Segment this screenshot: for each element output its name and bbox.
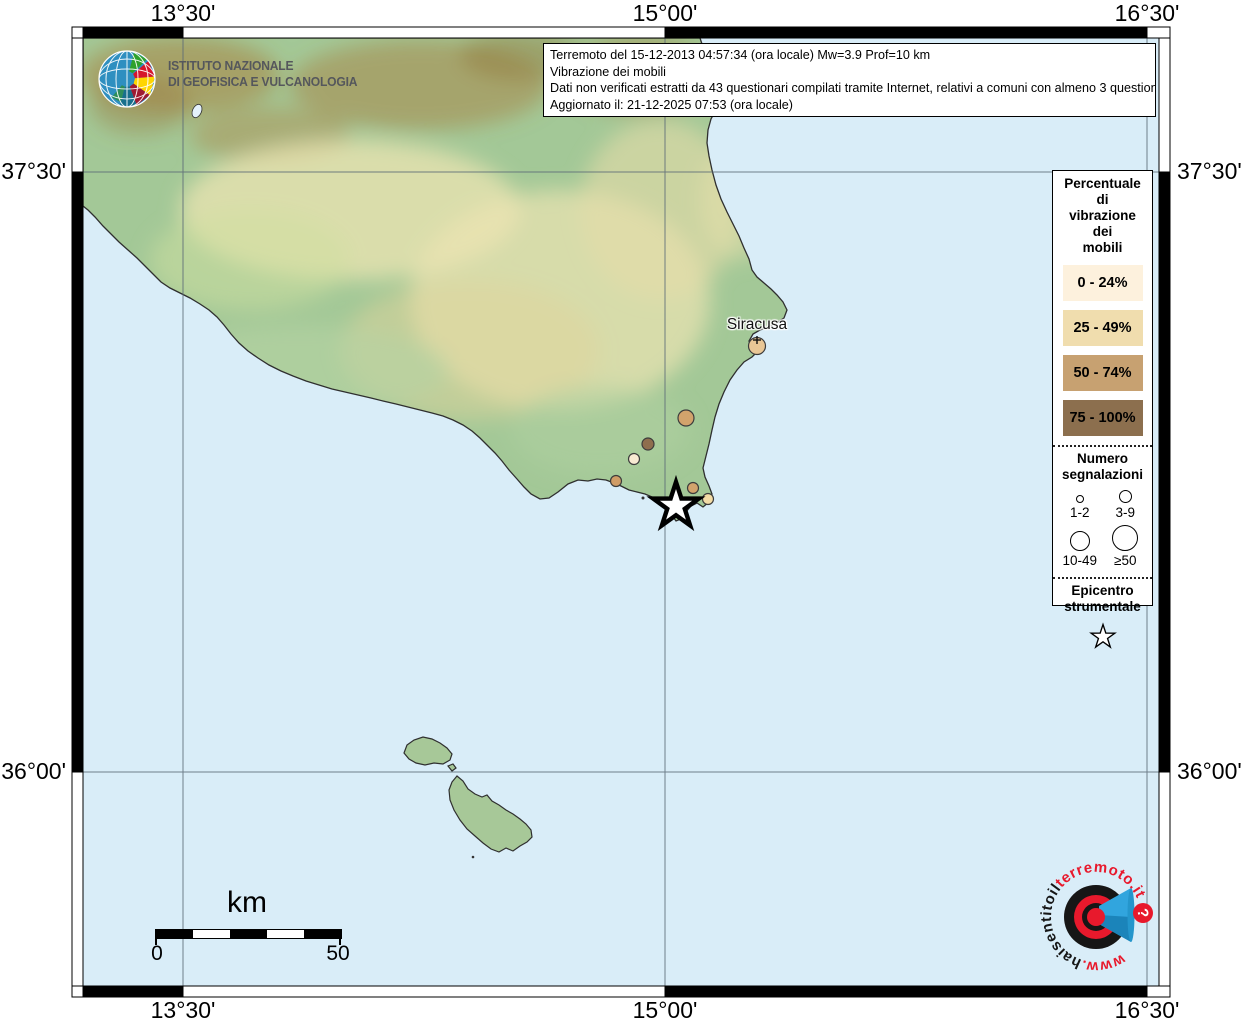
ingv-name-line2: DI GEOFISICA E VULCANOLOGIA — [168, 74, 357, 90]
legend-counts-title: Numero segnalazioni — [1053, 451, 1152, 483]
legend-title-line: Percentuale — [1053, 176, 1152, 192]
legend-title-line: dei — [1053, 224, 1152, 240]
legend-epicenter-title: Epicentro strumentale — [1053, 583, 1152, 615]
ingv-name-line1: ISTITUTO NAZIONALE — [168, 58, 357, 74]
count-label: 10-49 — [1062, 553, 1097, 568]
overlays: ISTITUTO NAZIONALE DI GEOFISICA E VULCAN… — [0, 0, 1255, 1024]
count-circle-icon — [1076, 495, 1084, 503]
legend-divider — [1053, 445, 1152, 447]
latitude-label-left: 37°30' — [0, 158, 66, 184]
latitude-label-right: 36°00' — [1177, 758, 1242, 784]
info-question-line: Vibrazione dei mobili — [550, 64, 1149, 81]
count-circle-icon — [1119, 490, 1132, 503]
longitude-label-bottom: 15°00' — [633, 997, 698, 1023]
legend-title-line: mobili — [1053, 240, 1152, 256]
ingv-wordmark: ISTITUTO NAZIONALE DI GEOFISICA E VULCAN… — [168, 58, 357, 90]
legend-count-item: 10-49 — [1057, 531, 1103, 568]
scalebar-start-label: 0 — [151, 942, 163, 966]
count-label: 1-2 — [1070, 505, 1090, 520]
legend-count-item: 1-2 — [1057, 495, 1103, 520]
count-label: 3-9 — [1115, 505, 1135, 520]
scalebar-segment — [230, 930, 267, 938]
longitude-label-top: 13°30' — [151, 0, 216, 26]
legend-title-line: vibrazione — [1053, 208, 1152, 224]
scalebar — [155, 929, 342, 939]
legend-counts: 1-2 3-9 10-49 ≥50 — [1053, 483, 1152, 568]
longitude-label-bottom: 16°30' — [1115, 997, 1180, 1023]
legend-class-swatch: 75 - 100% — [1063, 400, 1143, 436]
legend-star-icon — [1088, 621, 1118, 653]
longitude-label-top: 16°30' — [1115, 0, 1180, 26]
legend-divider — [1053, 577, 1152, 579]
legend-class-swatch: 25 - 49% — [1063, 310, 1143, 346]
info-data-line: Dati non verificati estratti da 43 quest… — [550, 80, 1149, 97]
latitude-label-left: 36°00' — [0, 758, 66, 784]
earthquake-map-image: ? www.haisentitoilterremoto.it ISTITUTO … — [0, 0, 1255, 1024]
legend: Percentualedivibrazionedeimobili 0 - 24%… — [1052, 170, 1153, 606]
info-event-line: Terremoto del 15-12-2013 04:57:34 (ora l… — [550, 47, 1149, 64]
latitude-label-right: 37°30' — [1177, 158, 1242, 184]
scalebar-segment — [304, 930, 341, 938]
scalebar-segment — [267, 930, 304, 938]
legend-class-swatch: 0 - 24% — [1063, 265, 1143, 301]
legend-title: Percentualedivibrazionedeimobili — [1053, 171, 1152, 256]
info-box: Terremoto del 15-12-2013 04:57:34 (ora l… — [543, 43, 1156, 117]
scalebar-segment — [156, 930, 193, 938]
count-circle-icon — [1112, 525, 1138, 551]
legend-count-item: ≥50 — [1103, 525, 1149, 568]
scalebar-segment — [193, 930, 230, 938]
count-circle-icon — [1070, 531, 1090, 551]
longitude-label-top: 15°00' — [633, 0, 698, 26]
legend-title-line: di — [1053, 192, 1152, 208]
city-label-siracusa: Siracusa — [727, 316, 787, 334]
longitude-label-bottom: 13°30' — [151, 997, 216, 1023]
legend-count-item: 3-9 — [1103, 490, 1149, 520]
legend-class-swatch: 50 - 74% — [1063, 355, 1143, 391]
info-updated-line: Aggiornato il: 21-12-2025 07:53 (ora loc… — [550, 97, 1149, 114]
scalebar-end-label: 50 — [326, 942, 349, 966]
scalebar-unit: km — [227, 886, 267, 920]
count-label: ≥50 — [1114, 553, 1136, 568]
legend-swatches: 0 - 24% 25 - 49% 50 - 74% 75 - 100% — [1053, 265, 1152, 436]
